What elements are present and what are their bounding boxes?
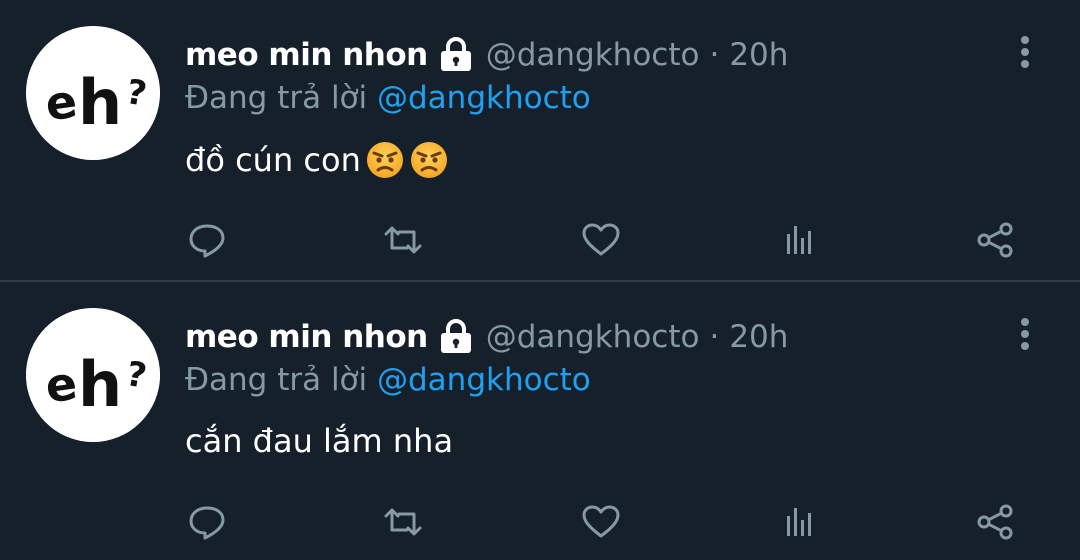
share-icon[interactable] [973,218,1017,262]
tweet-text-content: đồ cún con [185,141,361,179]
timestamp[interactable]: 20h [729,37,788,73]
separator-dot: · [709,37,720,73]
heart-icon[interactable] [579,500,623,544]
replying-to-label: Đang trả lời [185,80,368,116]
avatar-image: e h ? [26,308,160,442]
lock-icon [438,37,474,73]
tweet-text: đồ cún con [185,140,449,180]
angry-face-icon [409,140,449,180]
share-icon[interactable] [973,500,1017,544]
display-name[interactable]: meo min nhon [185,37,428,73]
replying-to-mention[interactable]: @dangkhocto [377,80,591,116]
tweet-actions [185,218,1035,264]
svg-text:h: h [78,348,122,421]
tweet[interactable]: e h ? meo min nhon @dangkhocto · 20h Đan… [0,282,1080,560]
reply-icon[interactable] [185,500,229,544]
lock-icon [438,319,474,355]
analytics-icon[interactable] [776,500,820,544]
more-vertical-icon[interactable] [1010,34,1040,70]
reply-icon[interactable] [185,218,229,262]
avatar[interactable]: e h ? [26,26,160,160]
retweet-icon[interactable] [381,500,425,544]
display-name[interactable]: meo min nhon [185,319,428,355]
separator-dot: · [709,319,720,355]
timestamp[interactable]: 20h [729,319,788,355]
avatar[interactable]: e h ? [26,308,160,442]
tweet-text: cắn đau lắm nha [185,422,453,460]
tweet-actions [185,500,1035,546]
heart-icon[interactable] [579,218,623,262]
replying-to-label: Đang trả lời [185,362,368,398]
more-vertical-icon[interactable] [1010,316,1040,352]
retweet-icon[interactable] [381,218,425,262]
replying-to: Đang trả lời @dangkhocto [185,362,591,398]
tweet-header: meo min nhon @dangkhocto · 20h [185,34,788,76]
user-handle[interactable]: @dangkhocto [486,319,700,355]
replying-to: Đang trả lời @dangkhocto [185,80,591,116]
analytics-icon[interactable] [776,218,820,262]
avatar-image: e h ? [26,26,160,160]
tweet[interactable]: e h ? meo min nhon @dangkhocto · 20h Đan… [0,0,1080,282]
user-handle[interactable]: @dangkhocto [486,37,700,73]
tweet-text-content: cắn đau lắm nha [185,422,454,460]
replying-to-mention[interactable]: @dangkhocto [377,362,591,398]
angry-face-icon [365,140,405,180]
svg-text:h: h [78,66,122,139]
tweet-header: meo min nhon @dangkhocto · 20h [185,316,788,358]
